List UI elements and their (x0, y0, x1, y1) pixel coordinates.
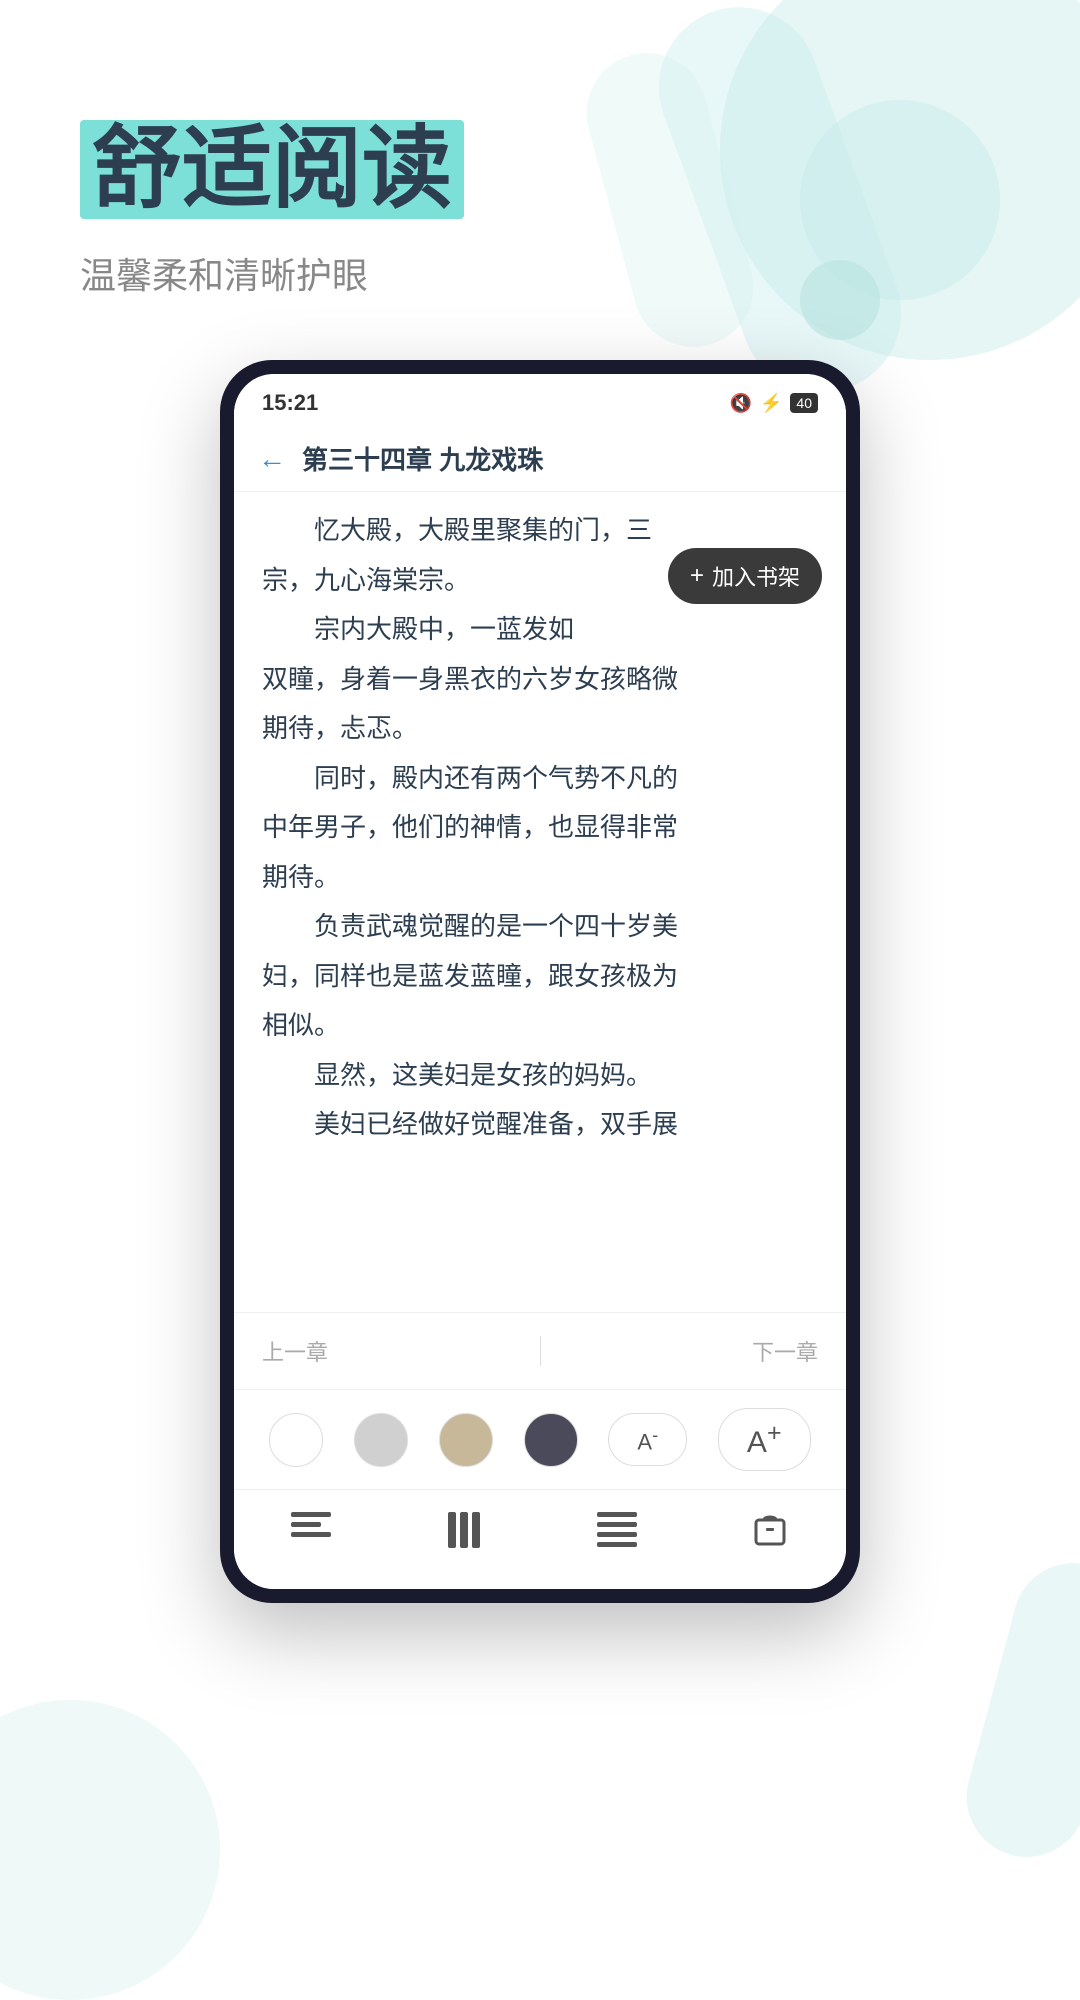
reader-content: + 加入书架 忆大殿，大殿里聚集的门，三 宗，九心海棠宗。 宗内大殿中，一蓝发如… (234, 492, 846, 1312)
catalog-icon (444, 1512, 484, 1557)
text-line-12: 显然，这美妇是女孩的妈妈。 (262, 1053, 818, 1099)
status-bar: 15:21 🔇 ⚡ 40 (234, 374, 846, 426)
text-line-4: 双瞳，身着一身黑衣的六岁女孩略微 (262, 657, 818, 703)
chapter-nav: 上一章 下一章 (234, 1312, 846, 1389)
phone-screen: 15:21 🔇 ⚡ 40 ← 第三十四章 九龙戏珠 + 加入书架 (234, 374, 846, 1589)
bottom-circle (0, 1700, 220, 2000)
text-line-8: 期待。 (262, 855, 818, 901)
reader-header: ← 第三十四章 九龙戏珠 (234, 426, 846, 492)
settings-icon (597, 1512, 637, 1557)
nav-cart[interactable] (750, 1510, 790, 1559)
text-line-5: 期待，忐忑。 (262, 706, 818, 752)
text-line-6: 同时，殿内还有两个气势不凡的 (262, 756, 818, 802)
plus-icon: + (690, 562, 704, 590)
cart-icon (750, 1510, 790, 1559)
status-time: 15:21 (262, 390, 318, 416)
nav-catalog[interactable] (444, 1512, 484, 1557)
reading-toolbar: A- A+ (234, 1389, 846, 1489)
font-decrease-button[interactable]: A- (608, 1413, 687, 1466)
text-line-3: 宗内大殿中，一蓝发如 (262, 607, 818, 653)
next-chapter-button[interactable]: 下一章 (752, 1335, 818, 1367)
bottom-shape (953, 1550, 1080, 1871)
text-line-7: 中年男子，他们的神情，也显得非常 (262, 805, 818, 851)
prev-chapter-button[interactable]: 上一章 (262, 1335, 328, 1367)
phone-container: 15:21 🔇 ⚡ 40 ← 第三十四章 九龙戏珠 + 加入书架 (220, 360, 860, 1603)
nav-divider (540, 1336, 541, 1366)
status-icons: 🔇 ⚡ 40 (730, 393, 818, 414)
add-shelf-label: 加入书架 (712, 560, 800, 592)
font-increase-button[interactable]: A+ (718, 1408, 811, 1471)
theme-warm-button[interactable] (439, 1413, 493, 1467)
text-line-9: 负责武魂觉醒的是一个四十岁美 (262, 904, 818, 950)
menu-icon (291, 1512, 331, 1557)
chapter-title: 第三十四章 九龙戏珠 (302, 440, 543, 477)
theme-gray-button[interactable] (354, 1413, 408, 1467)
theme-white-button[interactable] (269, 1413, 323, 1467)
battery-level: 40 (790, 393, 818, 413)
hero-title: 舒适阅读 (80, 120, 1000, 219)
nav-menu[interactable] (291, 1512, 331, 1557)
text-line-1: 忆大殿，大殿里聚集的门，三 (262, 508, 818, 554)
phone-mockup: 15:21 🔇 ⚡ 40 ← 第三十四章 九龙戏珠 + 加入书架 (220, 360, 860, 1603)
nav-settings[interactable] (597, 1512, 637, 1557)
mute-icon: 🔇 (730, 393, 752, 414)
back-button[interactable]: ← (258, 443, 286, 475)
text-line-10: 妇，同样也是蓝发蓝瞳，跟女孩极为 (262, 954, 818, 1000)
bluetooth-icon: ⚡ (760, 393, 782, 414)
hero-subtitle: 温馨柔和清晰护眼 (80, 247, 1000, 299)
add-shelf-tooltip[interactable]: + 加入书架 (668, 548, 822, 604)
hero-title-text: 舒适阅读 (80, 120, 464, 219)
theme-dark-button[interactable] (524, 1413, 578, 1467)
bottom-decorations (0, 1620, 1080, 1920)
text-line-11: 相似。 (262, 1003, 818, 1049)
text-line-13: 美妇已经做好觉醒准备，双手展 (262, 1102, 818, 1148)
bottom-nav (234, 1489, 846, 1589)
hero-section: 舒适阅读 温馨柔和清晰护眼 (0, 0, 1080, 359)
